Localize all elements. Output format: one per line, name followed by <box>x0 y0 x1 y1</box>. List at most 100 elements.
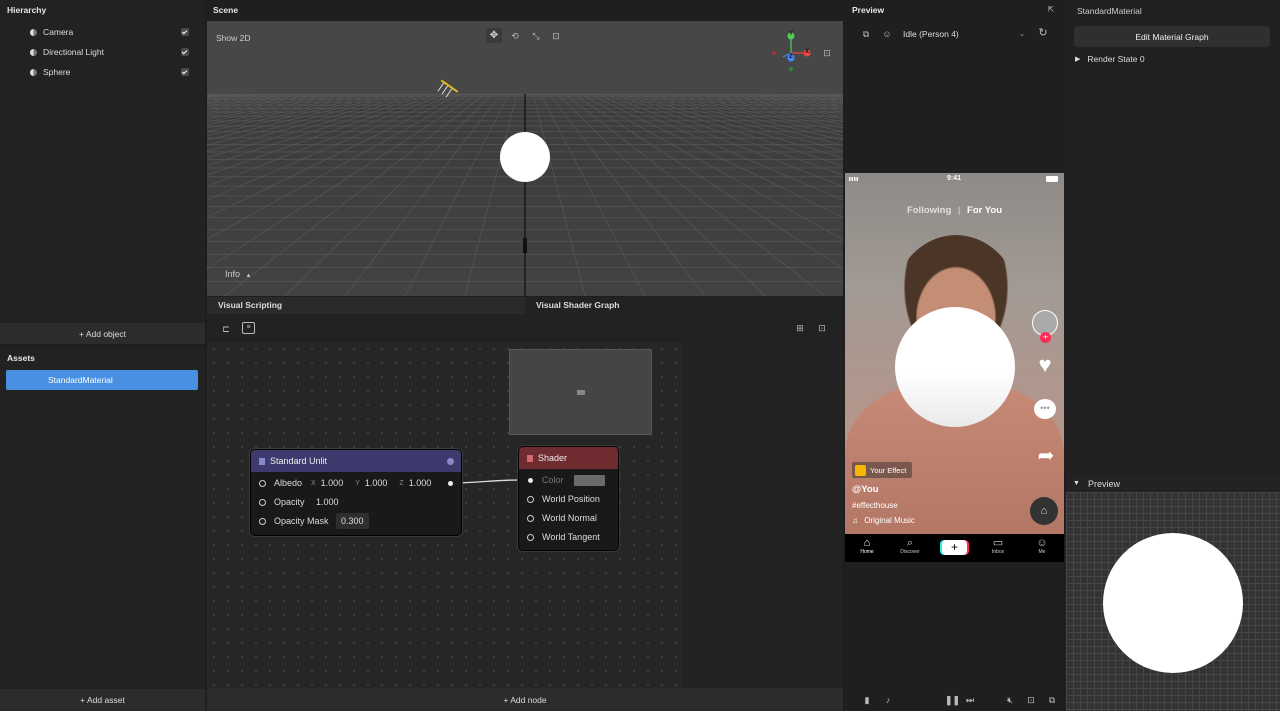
add-node-button[interactable]: + Add node <box>207 688 843 711</box>
opacity-port[interactable] <box>259 498 266 506</box>
shader-header[interactable]: Shader <box>519 447 618 469</box>
material-preview-viewport[interactable] <box>1066 492 1280 711</box>
crop-icon[interactable]: ⊡ <box>1025 695 1037 705</box>
minimap-viewport <box>577 390 585 395</box>
gizmo-x-label: X <box>805 49 810 55</box>
nav-home[interactable]: ⌂ Home <box>855 537 879 555</box>
notes-icon[interactable]: ≡ <box>242 322 255 334</box>
albedo-z-field[interactable]: 1.000 <box>409 478 432 488</box>
opacity-field[interactable]: 1.000 <box>316 497 339 507</box>
rect-tool-icon[interactable]: ⊡ <box>550 31 562 41</box>
discover-icon: ⌕ <box>906 537 914 549</box>
create-button[interactable]: + <box>942 540 967 555</box>
sphere-object[interactable] <box>500 132 550 182</box>
tab-label: Visual Shader Graph <box>536 300 620 310</box>
world-tangent-label: World Tangent <box>542 532 600 542</box>
shader-node[interactable]: Shader Color World Position World Normal… <box>518 446 619 551</box>
comment-icon[interactable]: ••• <box>1034 399 1056 419</box>
camera-object[interactable] <box>523 238 527 253</box>
nav-me[interactable]: ☺ Me <box>1030 537 1054 555</box>
nav-inbox[interactable]: ▭ Inbox <box>986 537 1010 555</box>
person-select[interactable]: Idle (Person 4) ⌄ <box>899 27 1029 41</box>
add-object-button[interactable]: + Add object <box>0 323 205 344</box>
scale-tool-icon[interactable]: ⤡ <box>530 31 542 41</box>
step-forward-icon[interactable]: ⏭ <box>964 695 976 705</box>
scene-viewport[interactable]: Show 2D ✥ ⟲ ⤡ ⊡ Y X Z ⊡ Info ▲ <box>207 21 843 296</box>
music-row[interactable]: ♫ Original Music <box>852 516 915 525</box>
tab-visual-scripting[interactable]: Visual Scripting <box>207 297 525 314</box>
opacity-mask-port[interactable] <box>259 517 266 525</box>
z-label: Z <box>399 479 404 487</box>
visibility-checkbox[interactable] <box>181 28 189 36</box>
tiktok-icon[interactable]: ♪ <box>883 695 893 705</box>
albedo-y-field[interactable]: 1.000 <box>365 478 388 488</box>
image-icon[interactable]: ⊞ <box>794 323 806 333</box>
show-2d-toggle[interactable]: Show 2D <box>216 33 251 43</box>
render-state-row[interactable]: ▶ Render State 0 <box>1075 54 1145 64</box>
music-disc-icon[interactable]: ⌂ <box>1030 497 1058 525</box>
add-asset-button[interactable]: + Add asset <box>0 689 205 711</box>
group-icon[interactable]: ⊏ <box>220 324 232 334</box>
hierarchy-item-camera[interactable]: Camera <box>30 25 195 39</box>
chevron-down-icon: ⌄ <box>1019 31 1025 38</box>
music-note-icon: ♫ <box>852 516 858 525</box>
graph-panel: Visual Scripting Visual Shader Graph ⊏ ≡… <box>207 297 843 711</box>
phone-preview[interactable]: 9:41 Following | For You + ♥ ••• ➦ ⌂ You… <box>845 173 1064 562</box>
visibility-checkbox[interactable] <box>181 48 189 56</box>
albedo-x-field[interactable]: 1.000 <box>321 478 344 488</box>
edit-material-graph-label: Edit Material Graph <box>1135 31 1209 42</box>
edit-material-graph-button[interactable]: Edit Material Graph <box>1074 26 1270 47</box>
move-tool-button[interactable]: ✥ <box>486 28 502 43</box>
asset-item-label: StandardMaterial <box>48 375 113 385</box>
camera-view-icon[interactable]: ⊡ <box>821 48 833 58</box>
hashtag[interactable]: #effecthouse <box>852 501 898 510</box>
nav-discover[interactable]: ⌕ Discover <box>897 537 923 555</box>
node-menu-icon[interactable] <box>447 458 454 465</box>
music-label: Original Music <box>864 516 915 525</box>
minimap[interactable] <box>509 349 652 435</box>
info-toggle[interactable]: Info ▲ <box>225 269 251 279</box>
like-icon[interactable]: ♥ <box>1033 353 1057 377</box>
copy-icon[interactable]: ⧉ <box>860 29 872 39</box>
add-object-label: + Add object <box>78 328 127 339</box>
share-icon[interactable]: ➦ <box>1034 445 1058 467</box>
status-time: 9:41 <box>947 175 962 182</box>
refresh-icon[interactable]: ↻ <box>1037 28 1049 39</box>
visibility-checkbox[interactable] <box>181 68 189 76</box>
fit-view-icon[interactable]: ⊡ <box>816 323 828 333</box>
follow-plus-icon[interactable]: + <box>1040 332 1051 343</box>
person-icon[interactable]: ☺ <box>881 29 893 39</box>
asset-item-standardmaterial[interactable]: StandardMaterial <box>6 370 198 390</box>
caret-up-icon: ▲ <box>245 273 252 279</box>
hierarchy-item-sphere[interactable]: Sphere <box>30 65 195 79</box>
color-swatch[interactable] <box>574 474 605 486</box>
standard-unlit-header[interactable]: Standard Unlit <box>251 450 461 472</box>
world-normal-port[interactable] <box>527 514 534 522</box>
tab-visual-shader-graph[interactable]: Visual Shader Graph <box>525 297 843 314</box>
mute-icon[interactable]: 🔇︎ <box>1004 695 1016 705</box>
color-port[interactable] <box>528 477 533 483</box>
nav-label: Inbox <box>991 549 1005 555</box>
world-position-row: World Position <box>519 490 618 508</box>
tab-following[interactable]: Following <box>907 205 951 216</box>
phone-device-icon[interactable]: ▮ <box>863 695 871 705</box>
tab-for-you[interactable]: For You <box>967 205 1002 216</box>
output-port[interactable] <box>448 480 453 486</box>
albedo-port[interactable] <box>259 479 266 487</box>
pause-icon[interactable]: ❚❚ <box>945 695 960 705</box>
material-preview-header[interactable]: ▼ Preview <box>1066 475 1280 492</box>
effect-badge[interactable]: Your Effect <box>852 462 913 478</box>
hierarchy-item-directional-light[interactable]: Directional Light <box>30 45 195 59</box>
world-position-port[interactable] <box>527 495 534 503</box>
popout-icon[interactable]: ⇱ <box>1046 5 1056 15</box>
opacity-mask-field[interactable]: 0.300 <box>336 513 369 529</box>
scene-panel: Scene Show 2D ✥ ⟲ ⤡ ⊡ Y X Z ⊡ Info ▲ <box>207 0 843 296</box>
color-row: Color <box>519 471 618 489</box>
username[interactable]: @You <box>852 484 879 495</box>
screenshot-icon[interactable]: ⧉ <box>1046 695 1058 705</box>
world-tangent-port[interactable] <box>527 533 534 541</box>
rotate-tool-icon[interactable]: ⟲ <box>509 31 521 41</box>
add-asset-label: + Add asset <box>80 695 125 705</box>
caret-right-icon: ▶ <box>1075 56 1081 63</box>
standard-unlit-node[interactable]: Standard Unlit Albedo X 1.000 Y 1.000 Z … <box>250 449 462 536</box>
